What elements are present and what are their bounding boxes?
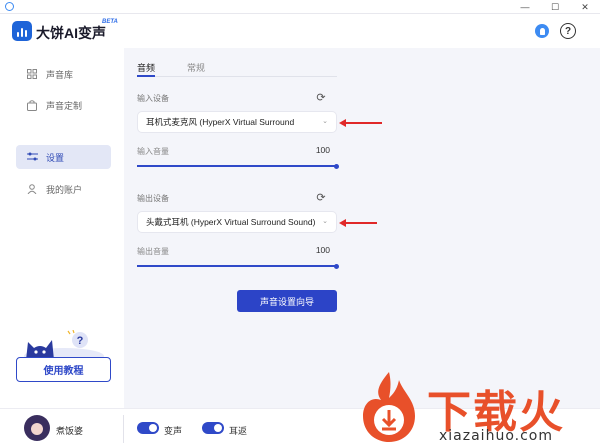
output-device-label: 输出设备 — [137, 194, 169, 203]
mascot-illustration: ? — [24, 330, 104, 360]
sound-setup-wizard-button[interactable]: 声音设置向导 — [237, 290, 337, 312]
window-controls: — ☐ ✕ — [510, 0, 600, 14]
refresh-input-icon[interactable]: ⟳ — [315, 92, 327, 104]
maximize-button[interactable]: ☐ — [540, 0, 570, 14]
notification-icon[interactable] — [535, 24, 549, 38]
beta-badge: BETA — [102, 19, 118, 25]
app-logo-icon — [12, 21, 32, 41]
close-button[interactable]: ✕ — [570, 0, 600, 14]
input-device-select[interactable]: 耳机式麦克风 (HyperX Virtual Surround ⌄ — [137, 111, 337, 133]
user-icon — [26, 183, 38, 195]
sidebar-item-label: 声音定制 — [46, 100, 83, 111]
input-volume-label: 输入音量 — [137, 147, 169, 156]
grid-icon — [26, 68, 38, 80]
tutorial-button[interactable]: 使用教程 — [16, 357, 111, 382]
flame-logo-icon — [363, 372, 415, 442]
output-volume-slider[interactable] — [137, 263, 339, 269]
sidebar-item-label: 声音库 — [46, 69, 74, 80]
watermark: 下载火 xiazaihuo.com — [355, 368, 600, 448]
app-header: 大饼AI变声 BETA — [0, 14, 600, 48]
avatar[interactable] — [24, 415, 50, 441]
voice-change-toggle[interactable] — [137, 422, 159, 434]
watermark-url: xiazaihuo.com — [439, 428, 553, 444]
tab-audio[interactable]: 音频 — [137, 61, 155, 74]
tab-general[interactable]: 常规 — [187, 61, 205, 74]
annotation-arrow — [339, 119, 382, 127]
divider — [123, 415, 124, 443]
tab-active-indicator — [137, 75, 155, 77]
output-volume-value: 100 — [315, 245, 330, 255]
output-device-value: 头戴式耳机 (HyperX Virtual Surround Sound) — [146, 217, 316, 227]
sliders-icon — [26, 151, 38, 163]
app-system-icon — [5, 2, 14, 11]
chevron-down-icon: ⌄ — [322, 218, 328, 225]
sidebar-item-label: 设置 — [46, 152, 65, 163]
app-title: 大饼AI变声 — [36, 25, 106, 41]
output-device-select[interactable]: 头戴式耳机 (HyperX Virtual Surround Sound) ⌄ — [137, 211, 337, 233]
window-titlebar: — ☐ ✕ — [0, 0, 600, 14]
ear-return-label: 耳返 — [229, 426, 248, 436]
ear-return-toggle[interactable] — [202, 422, 224, 434]
voice-change-label: 变声 — [164, 426, 183, 436]
tab-divider — [137, 76, 337, 77]
bag-icon — [26, 99, 38, 111]
input-device-label: 输入设备 — [137, 94, 169, 103]
sidebar-item-voice-custom[interactable]: 声音定制 — [16, 93, 111, 117]
slider-handle[interactable] — [334, 263, 339, 269]
chevron-down-icon: ⌄ — [322, 118, 328, 125]
sidebar-item-settings[interactable]: 设置 — [16, 145, 111, 169]
refresh-output-icon[interactable]: ⟳ — [315, 192, 327, 204]
input-volume-value: 100 — [315, 145, 330, 155]
output-volume-label: 输出音量 — [137, 247, 169, 256]
sidebar-item-voice-library[interactable]: 声音库 — [16, 62, 111, 86]
input-device-value: 耳机式麦克风 (HyperX Virtual Surround — [146, 117, 295, 127]
annotation-arrow — [339, 219, 377, 227]
sidebar-item-label: 我的账户 — [46, 184, 83, 195]
help-icon[interactable]: ? — [560, 23, 576, 39]
username: 煮饭婆 — [56, 426, 84, 436]
input-volume-slider[interactable] — [137, 163, 339, 169]
slider-handle[interactable] — [334, 163, 339, 169]
mascot-bubble: ? — [77, 335, 84, 347]
sidebar-item-account[interactable]: 我的账户 — [16, 177, 111, 201]
minimize-button[interactable]: — — [510, 0, 540, 14]
